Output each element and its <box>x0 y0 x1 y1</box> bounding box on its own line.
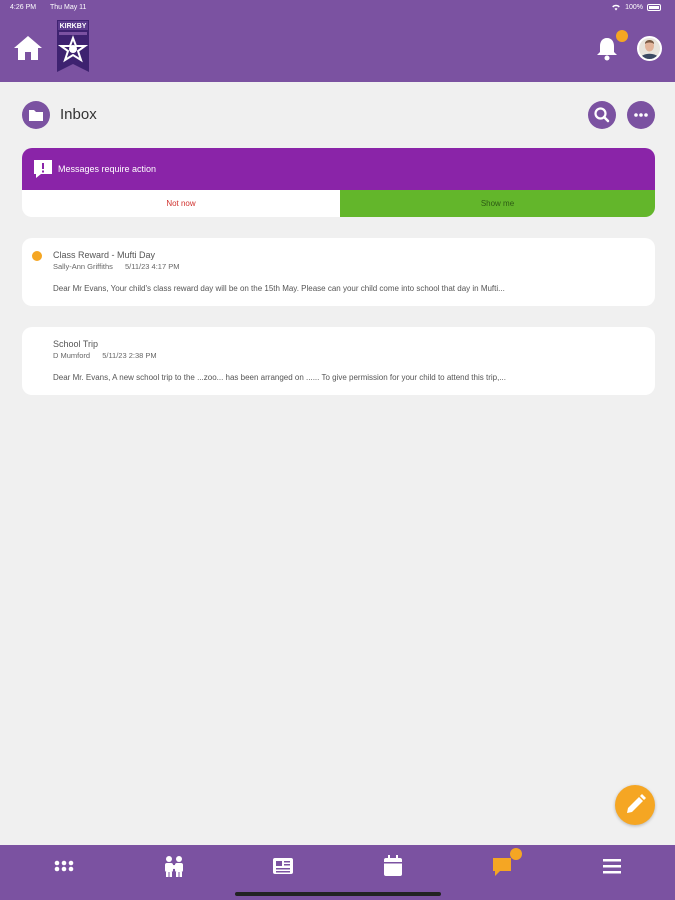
bell-icon <box>597 38 617 61</box>
message-sender: D Mumford <box>53 351 91 360</box>
menu-icon <box>603 859 621 874</box>
not-now-button[interactable]: Not now <box>22 190 340 217</box>
message-preview: Dear Mr. Evans, A new school trip to the… <box>53 373 506 382</box>
inbox-header: Inbox <box>22 100 655 130</box>
message-preview: Dear Mr Evans, Your child's class reward… <box>53 284 505 293</box>
unread-indicator <box>32 251 42 261</box>
action-banner-header: Messages require action <box>22 148 655 190</box>
person-photo <box>639 38 660 59</box>
bottom-navigation <box>0 845 675 900</box>
status-date: Thu May 11 <box>50 4 87 11</box>
nav-apps[interactable] <box>51 853 77 879</box>
more-options-button[interactable] <box>627 101 655 129</box>
folder-icon <box>29 110 43 121</box>
pencil-icon <box>627 794 646 813</box>
message-sender: Sally-Ann Griffiths <box>53 262 113 271</box>
nav-menu[interactable] <box>599 853 625 879</box>
compose-button[interactable] <box>615 785 655 825</box>
people-icon <box>165 856 183 877</box>
message-meta: D Mumford 5/11/23 2:38 PM <box>53 351 157 360</box>
message-date: 5/11/23 4:17 PM <box>124 262 180 271</box>
home-button[interactable] <box>12 34 44 62</box>
message-item[interactable]: School Trip D Mumford 5/11/23 2:38 PM De… <box>22 327 655 395</box>
home-icon <box>14 36 42 60</box>
home-indicator <box>235 892 441 896</box>
more-icon <box>634 113 648 117</box>
newspaper-icon <box>273 858 293 874</box>
nav-calendar[interactable] <box>380 853 406 879</box>
alert-message-icon <box>34 160 52 178</box>
school-logo: KIRKBY <box>54 18 92 80</box>
notification-badge <box>616 30 628 42</box>
status-bar: 4:26 PM Thu May 11 100% <box>0 0 675 16</box>
nav-news[interactable] <box>270 853 296 879</box>
battery-percent: 100% <box>625 3 643 11</box>
action-required-banner: Messages require action Not now Show me <box>22 148 655 217</box>
wifi-icon <box>612 4 620 11</box>
notifications-button[interactable] <box>594 36 620 62</box>
search-button[interactable] <box>588 101 616 129</box>
folder-button[interactable] <box>22 101 50 129</box>
search-icon <box>594 107 610 123</box>
message-meta: Sally-Ann Griffiths 5/11/23 4:17 PM <box>53 262 179 271</box>
message-subject: Class Reward - Mufti Day <box>53 250 156 260</box>
battery-icon <box>647 3 661 11</box>
calendar-icon <box>384 855 402 876</box>
page-title: Inbox <box>60 106 97 123</box>
messages-badge <box>510 848 522 860</box>
show-me-button[interactable]: Show me <box>340 190 655 217</box>
message-date: 5/11/23 2:38 PM <box>102 351 157 360</box>
status-right: 100% <box>611 3 661 11</box>
message-subject: School Trip <box>53 339 99 349</box>
status-time: 4:26 PM <box>10 4 37 11</box>
logo-text: KIRKBY <box>60 23 87 30</box>
app-header: KIRKBY <box>0 16 675 82</box>
grid-icon <box>54 860 74 872</box>
user-avatar[interactable] <box>637 36 662 61</box>
action-message: Messages require action <box>58 164 157 174</box>
nav-people[interactable] <box>161 853 187 879</box>
message-item[interactable]: Class Reward - Mufti Day Sally-Ann Griff… <box>22 238 655 306</box>
